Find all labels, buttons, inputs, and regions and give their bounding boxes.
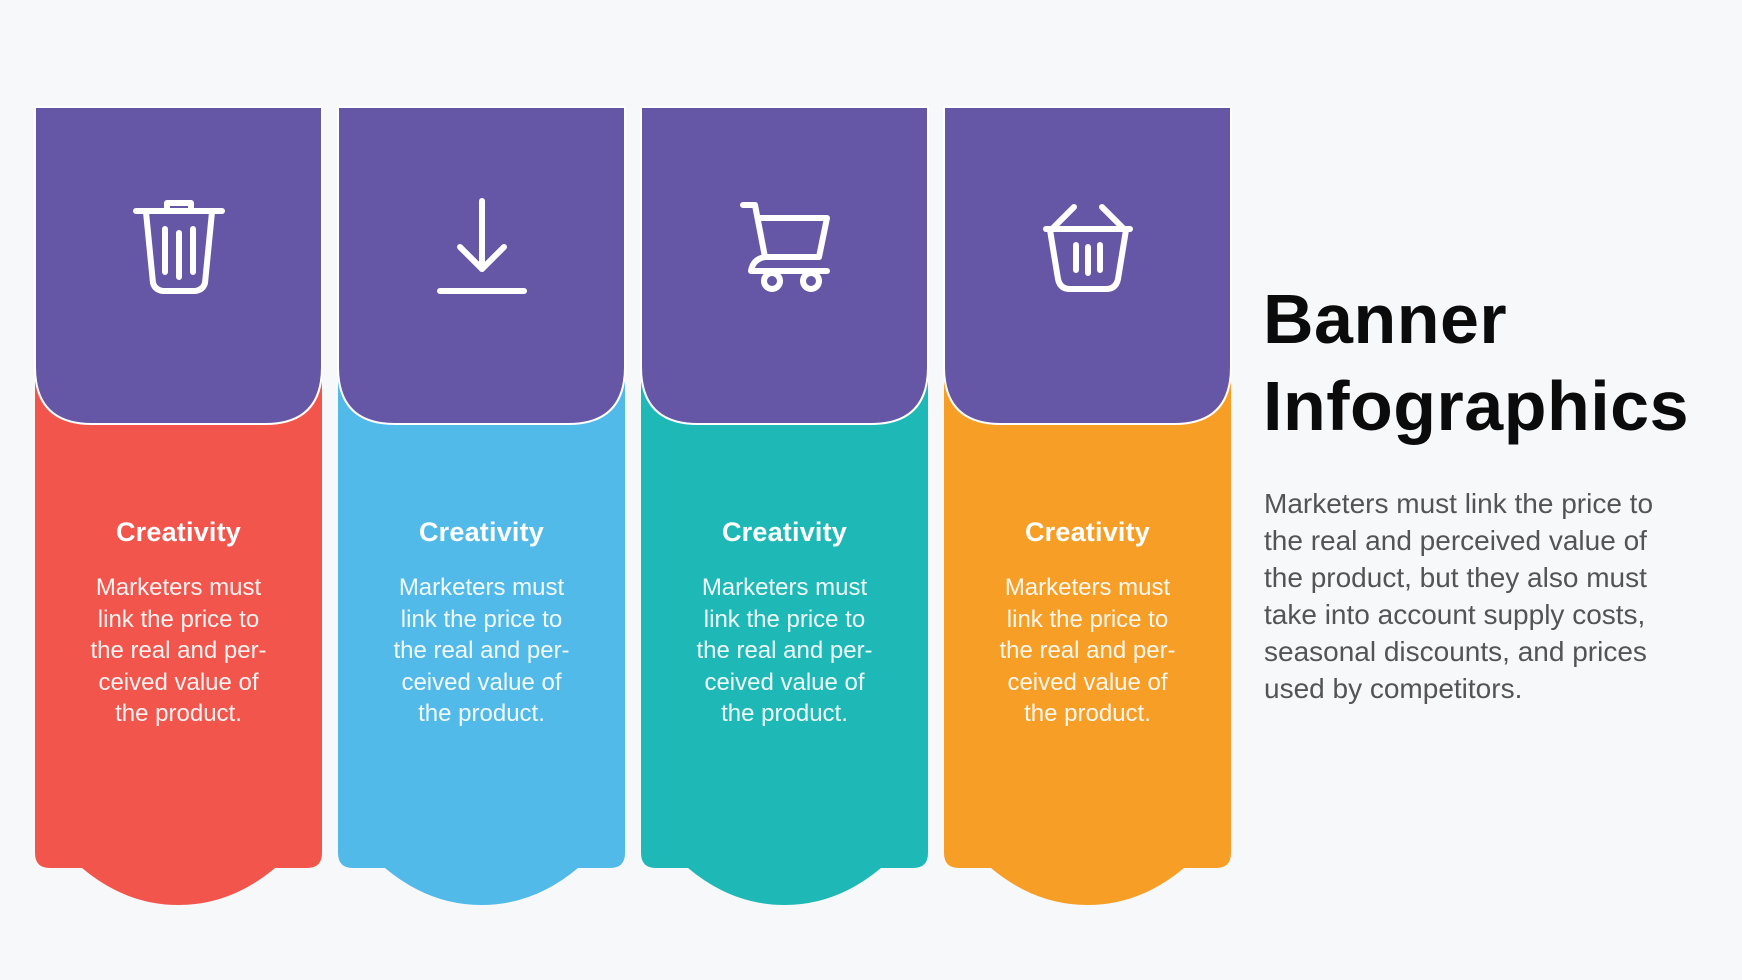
card-description: Marketers must link the price to the rea… [696,574,873,727]
card-title: Creativity [115,517,242,547]
trash-icon [129,195,229,295]
card-title: Creativity [1024,517,1151,547]
card-description: Marketers must link the price to the rea… [999,574,1176,727]
card-title: Creativity [418,517,545,547]
shopping-cart-icon [735,195,835,295]
banner-card-4: Creativity Marketers must link the price… [943,106,1232,905]
page-title: Banner Infographics [1263,280,1690,445]
card-description: Marketers must link the price to the rea… [393,574,570,727]
download-icon [432,195,532,295]
card-title: Creativity [721,517,848,547]
banner-card-3: Creativity Marketers must link the price… [640,106,929,905]
card-description: Marketers must link the price to the rea… [90,574,267,727]
page-description: Marketers must link the price to the rea… [1264,488,1654,704]
banner-card-1: Creativity Marketers must link the price… [34,106,323,905]
shopping-basket-icon [1038,195,1138,295]
banner-card-2: Creativity Marketers must link the price… [337,106,626,905]
